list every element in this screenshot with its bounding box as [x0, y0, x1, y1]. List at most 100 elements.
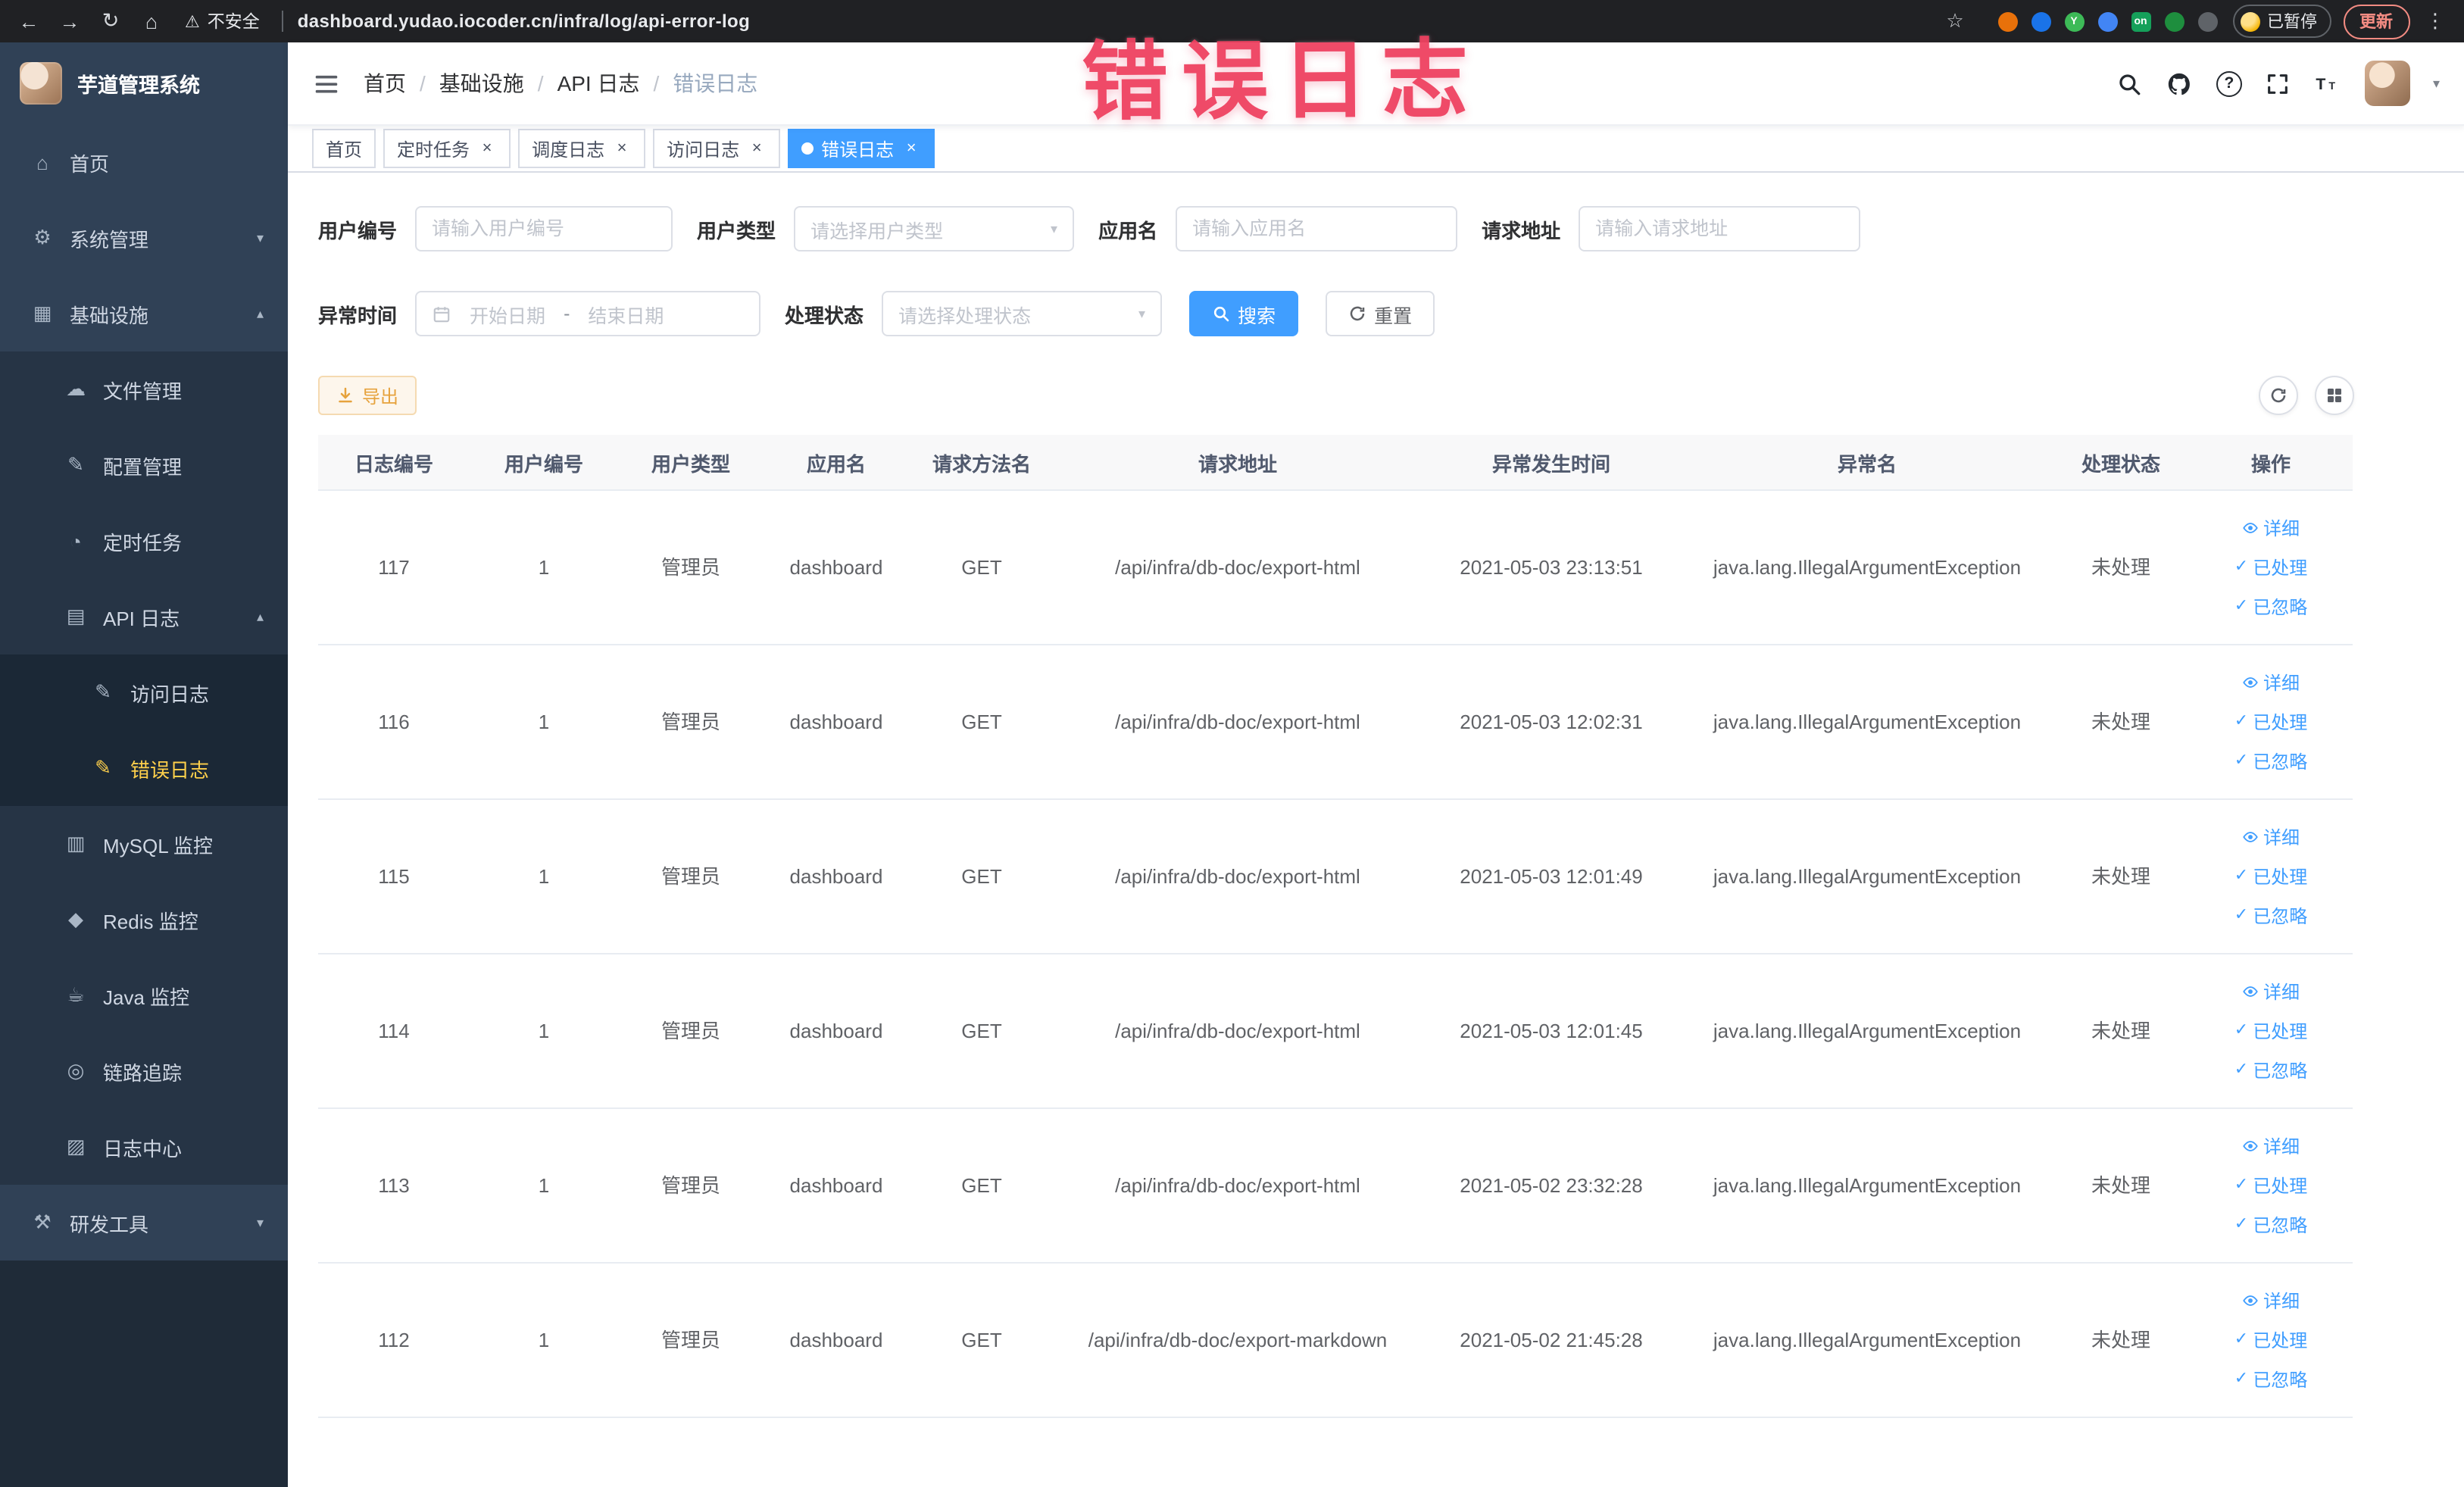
close-icon[interactable]: ×: [747, 139, 767, 158]
processed-link[interactable]: ✓ 已处理: [2234, 554, 2307, 581]
sidebar-item-redis[interactable]: ◆ Redis 监控: [0, 882, 288, 957]
user-id-input[interactable]: [415, 206, 673, 251]
url-text[interactable]: dashboard.yudao.iocoder.cn/infra/log/api…: [298, 11, 750, 32]
db-icon: ▥: [66, 832, 86, 854]
sidebar-item-config[interactable]: ✎ 配置管理: [0, 427, 288, 503]
processed-link[interactable]: ✓ 已处理: [2234, 1172, 2307, 1199]
sidebar-item-home[interactable]: ⌂ 首页: [0, 124, 288, 200]
tab-error-log[interactable]: 错误日志 ×: [788, 129, 935, 168]
process-status-select[interactable]: 请选择处理状态: [882, 291, 1163, 336]
ext-blue-grid-icon[interactable]: [2097, 11, 2117, 31]
detail-label: 详细: [2263, 1136, 2300, 1157]
sidebar-item-label: MySQL 监控: [103, 834, 213, 857]
breadcrumb-item-home[interactable]: 首页: [364, 68, 406, 98]
search-icon[interactable]: [2116, 70, 2144, 97]
export-button-label: 导出: [362, 386, 399, 407]
sidebar-item-access-log[interactable]: ✎ 访问日志: [0, 654, 288, 730]
export-button[interactable]: 导出: [318, 376, 417, 415]
browser-menu-icon[interactable]: [2422, 9, 2449, 33]
tab-home[interactable]: 首页: [312, 129, 376, 168]
user-type-select[interactable]: 请选择用户类型: [794, 206, 1075, 251]
tab-timed-task[interactable]: 定时任务 ×: [383, 129, 511, 168]
column-settings-button[interactable]: [2314, 376, 2353, 415]
sidebar-item-job[interactable]: ◔ 定时任务: [0, 503, 288, 579]
ignored-link[interactable]: ✓ 已忽略: [2234, 1211, 2307, 1239]
tags-view-bar: 首页 定时任务 × 调度日志 × 访问日志 × 错误日志 ×: [288, 126, 2464, 173]
sidebar-item-file[interactable]: ☁ 文件管理: [0, 351, 288, 427]
processed-link[interactable]: ✓ 已处理: [2234, 1017, 2307, 1045]
ext-green-y-icon[interactable]: Y: [2064, 11, 2084, 31]
reset-button[interactable]: 重置: [1326, 291, 1435, 336]
github-icon[interactable]: [2166, 70, 2194, 97]
tab-access-log[interactable]: 访问日志 ×: [653, 129, 781, 168]
sidebar-item-mysql[interactable]: ▥ MySQL 监控: [0, 806, 288, 882]
chevron-down-icon: ▾: [256, 230, 264, 245]
detail-link[interactable]: 详细: [2242, 978, 2300, 1005]
breadcrumb-item-api-log[interactable]: API 日志: [557, 68, 640, 98]
check-icon: ✓: [2234, 751, 2249, 770]
fullscreen-icon[interactable]: [2265, 70, 2292, 97]
detail-link[interactable]: 详细: [2242, 514, 2300, 542]
table-row: 115 1 管理员 dashboard GET/api/infra/db-doc/exp…: [318, 800, 2353, 954]
ext-dark-puzzle-icon[interactable]: [2197, 11, 2217, 31]
cell-log-id: 116: [378, 710, 410, 733]
detail-link[interactable]: 详细: [2242, 669, 2300, 696]
sidebar-item-trace[interactable]: ◎ 链路追踪: [0, 1033, 288, 1109]
sidebar-item-label: 链路追踪: [103, 1061, 183, 1084]
app-name-label: 应用名: [1098, 219, 1158, 242]
sidebar-logo[interactable]: 芋道管理系统: [0, 42, 288, 124]
back-icon[interactable]: [15, 10, 42, 33]
exception-time-range-picker[interactable]: 开始日期 - 结束日期: [415, 291, 761, 336]
app-name-input[interactable]: [1176, 206, 1458, 251]
sidebar-item-api-log[interactable]: ▤ API 日志 ▴: [0, 579, 288, 654]
ignored-link[interactable]: ✓ 已忽略: [2234, 902, 2307, 929]
cell-method: GET: [961, 864, 1002, 888]
search-button[interactable]: 搜索: [1189, 291, 1299, 336]
processed-link[interactable]: ✓ 已处理: [2234, 1326, 2307, 1354]
ext-blue-drop-icon[interactable]: [2031, 11, 2050, 31]
sidebar-item-error-log[interactable]: ✎ 错误日志: [0, 730, 288, 806]
close-icon[interactable]: ×: [477, 139, 497, 158]
ext-orange-icon[interactable]: [1997, 11, 2017, 31]
security-chip[interactable]: 不安全: [185, 9, 260, 33]
filter-app-name: 应用名: [1098, 206, 1458, 251]
ignored-link[interactable]: ✓ 已忽略: [2234, 748, 2307, 775]
processed-link[interactable]: ✓ 已处理: [2234, 708, 2307, 736]
filter-row-1: 用户编号 用户类型 请选择用户类型 应用名 请求地址: [318, 206, 2434, 251]
avatar[interactable]: [2364, 61, 2410, 106]
filter-row-2: 异常时间 开始日期 - 结束日期 处理状态 请选择处理状态 ▾ 搜索 重置: [318, 291, 2434, 336]
close-icon[interactable]: ×: [612, 139, 632, 158]
ignored-link[interactable]: ✓ 已忽略: [2234, 1057, 2307, 1084]
font-size-icon[interactable]: TT: [2315, 70, 2342, 97]
help-icon[interactable]: [2216, 70, 2242, 96]
sidebar-item-system[interactable]: ⚙ 系统管理 ▾: [0, 200, 288, 276]
bookmark-star-icon[interactable]: [1941, 9, 1969, 33]
processed-link[interactable]: ✓ 已处理: [2234, 863, 2307, 890]
ext-green-on-icon[interactable]: on: [2131, 11, 2150, 31]
home-icon[interactable]: [138, 10, 165, 33]
cell-user-id: 1: [538, 1328, 550, 1351]
close-icon[interactable]: ×: [901, 139, 921, 158]
cell-exception-time: 2021-05-03 12:01:45: [1460, 1019, 1643, 1042]
chrome-update-button[interactable]: 更新: [2343, 4, 2409, 39]
breadcrumb-item-infra[interactable]: 基础设施: [439, 68, 524, 98]
forward-icon[interactable]: [56, 10, 83, 33]
ext-green-leaf-icon[interactable]: [2164, 11, 2184, 31]
hamburger-icon[interactable]: [312, 69, 341, 98]
detail-link[interactable]: 详细: [2242, 1287, 2300, 1314]
request-url-input[interactable]: [1579, 206, 1861, 251]
sidebar-item-java[interactable]: ☕ Java 监控: [0, 957, 288, 1033]
reload-icon[interactable]: [97, 9, 124, 33]
chevron-down-icon[interactable]: [2433, 75, 2440, 92]
ignored-link[interactable]: ✓ 已忽略: [2234, 593, 2307, 620]
ignored-link[interactable]: ✓ 已忽略: [2234, 1366, 2307, 1393]
tab-schedule-log[interactable]: 调度日志 ×: [518, 129, 646, 168]
profile-paused-badge[interactable]: 已暂停: [2232, 5, 2331, 38]
sidebar-item-log-center[interactable]: ▨ 日志中心: [0, 1109, 288, 1185]
detail-link[interactable]: 详细: [2242, 823, 2300, 851]
sidebar-item-dev-tools[interactable]: ⚒ 研发工具 ▾: [0, 1185, 288, 1261]
sidebar-item-infra[interactable]: ▦ 基础设施 ▴: [0, 276, 288, 351]
refresh-button[interactable]: [2258, 376, 2297, 415]
cell-method: GET: [961, 710, 1002, 733]
detail-link[interactable]: 详细: [2242, 1132, 2300, 1160]
